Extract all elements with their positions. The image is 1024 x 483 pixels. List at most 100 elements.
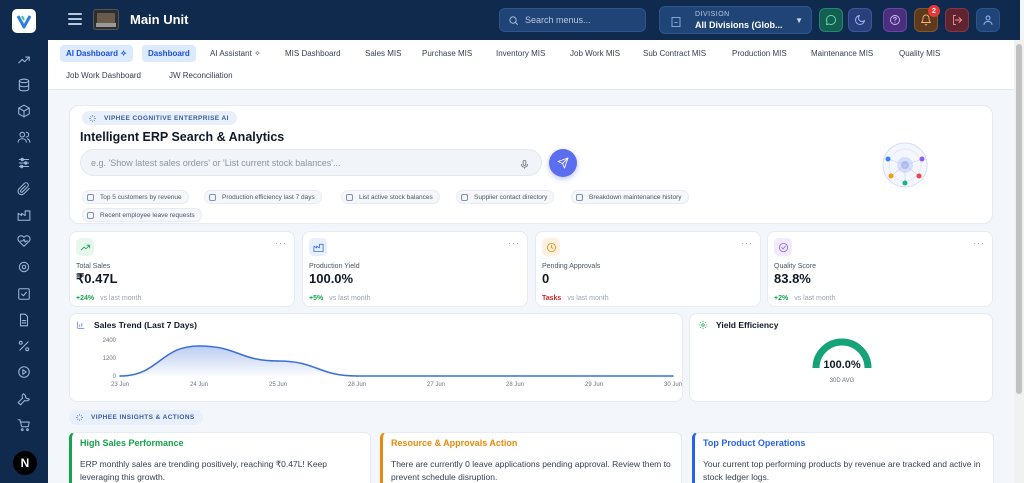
notifications-button[interactable]: 2 — [914, 5, 940, 32]
suggestion-chip[interactable]: Supplier contact directory — [456, 190, 555, 204]
sales-trend-point[interactable] — [672, 375, 674, 377]
send-icon — [557, 157, 569, 169]
kpi-card-production-yield[interactable]: ··· Production Yield 100.0% +5% vs last m… — [302, 231, 528, 307]
x-tick-label: 25 Jun — [269, 382, 287, 388]
trending-icon[interactable] — [14, 50, 34, 70]
sales-trend-title: Sales Trend (Last 7 Days) — [94, 320, 197, 330]
yield-efficiency-card: Yield Efficiency 100.0% 30D AVG — [689, 313, 993, 402]
box-icon[interactable] — [14, 101, 34, 121]
tab-quality-mis[interactable]: Quality MIS — [893, 45, 946, 62]
scrollbar-thumb[interactable] — [1016, 44, 1022, 394]
kpi-compare: vs last month — [100, 295, 142, 302]
page-scrollbar[interactable] — [1014, 40, 1024, 483]
logout-icon — [953, 15, 962, 25]
check-square-icon[interactable] — [14, 284, 34, 304]
kpi-footer: +5% vs last month — [309, 295, 370, 302]
tab-sales-mis[interactable]: Sales MIS — [359, 45, 407, 62]
suggestion-chip[interactable]: Top 5 customers by revenue — [82, 190, 189, 204]
chat-button[interactable] — [819, 8, 843, 32]
suggestion-chip[interactable]: List active stock balances — [341, 190, 440, 204]
users-icon[interactable] — [14, 127, 34, 147]
sales-trend-point[interactable] — [277, 360, 279, 362]
factory-icon[interactable] — [14, 205, 34, 225]
tab-purchase-mis[interactable]: Purchase MIS — [416, 45, 478, 62]
settings-icon[interactable] — [14, 257, 34, 277]
profile-button[interactable] — [976, 8, 1000, 32]
kpi-label: Production Yield — [309, 263, 360, 270]
play-circle-icon[interactable] — [14, 362, 34, 382]
search-menus-input[interactable]: Search menus... — [499, 8, 646, 32]
tab-job-work-mis[interactable]: Job Work MIS — [564, 45, 626, 62]
tab-dashboard[interactable]: Dashboard — [142, 45, 196, 62]
kpi-card-quality-score[interactable]: ··· Quality Score 83.8% +2% vs last month — [767, 231, 993, 307]
tab-maintenance-mis[interactable]: Maintenance MIS — [805, 45, 879, 62]
kpi-card-pending-approvals[interactable]: ··· Pending Approvals 0 Tasks vs last mon… — [535, 231, 761, 307]
division-select[interactable]: DIVISION All Divisions (Glob... ▼ — [659, 6, 812, 34]
moon-icon — [855, 15, 865, 25]
percent-icon[interactable] — [14, 336, 34, 356]
suggestion-chip[interactable]: Production efficiency last 7 days — [204, 190, 322, 204]
sparkles-icon — [76, 414, 83, 421]
tab-ai-dashboard[interactable]: AI Dashboard ✧ — [60, 45, 133, 62]
x-tick-label: 23 Jun — [111, 382, 129, 388]
tab-inventory-mis[interactable]: Inventory MIS — [490, 45, 551, 62]
insight-card-products[interactable]: Top Product Operations Your current top … — [692, 432, 994, 483]
tab-bar: AI Dashboard ✧ Dashboard AI Assistant ✧ … — [48, 40, 1020, 90]
paperclip-icon[interactable] — [14, 179, 34, 199]
sales-trend-point[interactable] — [356, 375, 358, 377]
more-icon[interactable]: ··· — [275, 238, 287, 248]
ai-query-input[interactable]: e.g. 'Show latest sales orders' or 'List… — [80, 149, 542, 176]
chat-icon — [826, 15, 836, 25]
more-icon[interactable]: ··· — [973, 238, 985, 248]
sales-trend-point[interactable] — [593, 375, 595, 377]
sales-trend-point[interactable] — [119, 375, 121, 377]
theme-toggle-button[interactable] — [848, 8, 872, 32]
wrench-icon[interactable] — [14, 389, 34, 409]
help-button[interactable] — [883, 8, 907, 32]
kpi-footer: Tasks vs last month — [542, 295, 609, 302]
tab-mis-dashboard[interactable]: MIS Dashboard — [279, 45, 347, 62]
app-logo[interactable] — [12, 9, 36, 33]
insights-chip: VIPHEE INSIGHTS & ACTIONS — [69, 410, 203, 425]
microphone-icon[interactable] — [519, 157, 530, 175]
tab-production-mis[interactable]: Production MIS — [726, 45, 793, 62]
kpi-label: Quality Score — [774, 263, 817, 270]
more-icon[interactable]: ··· — [741, 238, 753, 248]
insight-description: ERP monthly sales are trending positivel… — [80, 459, 328, 482]
logout-button[interactable] — [945, 8, 969, 32]
trending-up-icon — [76, 238, 94, 256]
kpi-footer: +2% vs last month — [774, 295, 835, 302]
kpi-value: 0 — [542, 271, 550, 286]
user-avatar[interactable]: N — [13, 451, 37, 475]
division-value: All Divisions (Glob... — [695, 20, 783, 30]
more-icon[interactable]: ··· — [508, 238, 520, 248]
sales-trend-point[interactable] — [198, 345, 200, 347]
kpi-delta: +24% — [76, 295, 95, 302]
kpi-value: 100.0% — [309, 271, 354, 286]
sales-trend-point[interactable] — [514, 375, 516, 377]
sliders-icon[interactable] — [14, 153, 34, 173]
sales-trend-point[interactable] — [435, 375, 437, 377]
suggestion-chip[interactable]: Breakdown maintenance history — [571, 190, 689, 204]
cart-icon[interactable] — [14, 415, 34, 435]
insight-card-approvals[interactable]: Resource & Approvals Action There are cu… — [380, 432, 682, 483]
kpi-value: ₹0.47L — [76, 271, 118, 286]
tab-sub-contract-mis[interactable]: Sub Contract MIS — [637, 45, 712, 62]
hero-title: Intelligent ERP Search & Analytics — [80, 130, 285, 144]
tab-ai-assistant[interactable]: AI Assistant ✧ — [204, 45, 267, 62]
insight-card-sales[interactable]: High Sales Performance ERP monthly sales… — [69, 432, 371, 483]
sidebar: N — [0, 0, 48, 483]
insights-chip-label: VIPHEE INSIGHTS & ACTIONS — [91, 414, 195, 421]
tab-job-work-dashboard[interactable]: Job Work Dashboard — [60, 67, 147, 84]
sparkles-icon — [89, 114, 96, 122]
suggestion-chip[interactable]: Recent employee leave requests — [82, 208, 202, 222]
send-query-button[interactable] — [549, 149, 577, 177]
x-tick-label: 24 Jun — [190, 382, 208, 388]
main-content: VIPHEE COGNITIVE ENTERPRISE AI Intellige… — [48, 90, 1014, 483]
file-text-icon[interactable] — [14, 310, 34, 330]
kpi-card-total-sales[interactable]: ··· Total Sales ₹0.47L +24% vs last month — [69, 231, 295, 307]
tab-jw-reconciliation[interactable]: JW Reconciliation — [163, 67, 239, 84]
heart-pulse-icon[interactable] — [14, 231, 34, 251]
menu-icon[interactable] — [68, 13, 82, 27]
database-icon[interactable] — [14, 75, 34, 95]
